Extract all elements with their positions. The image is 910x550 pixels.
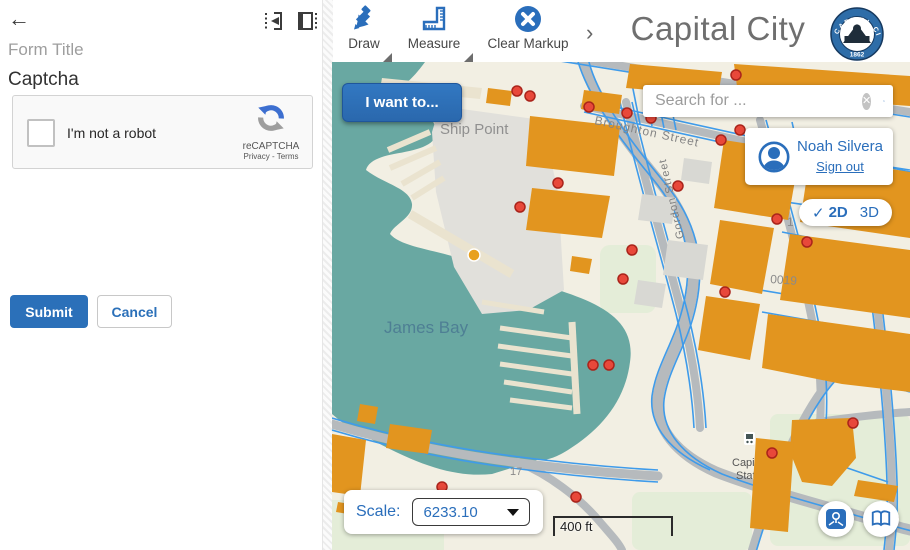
recaptcha-widget: I'm not a robot reCAPTCHA Privacy - Term… xyxy=(12,95,313,169)
map-label-ship-point: Ship Point xyxy=(440,121,509,138)
open-book-icon xyxy=(870,508,892,530)
flyout-indicator-icon xyxy=(464,53,473,62)
bookmarks-button[interactable] xyxy=(863,501,899,537)
scale-label: Scale: xyxy=(356,503,400,521)
basemap-pin-icon xyxy=(825,508,847,530)
view-2d-option[interactable]: 2D xyxy=(829,204,848,221)
pencil-icon xyxy=(340,3,388,35)
map-label-james-bay: James Bay xyxy=(384,318,469,337)
scale-widget: Scale: 6233.10 xyxy=(344,490,543,534)
user-card: Noah Silvera Sign out xyxy=(745,128,893,185)
measure-tool-label: Measure xyxy=(399,36,469,51)
clear-markup-tool-label: Clear Markup xyxy=(481,36,575,51)
capital-city-logo: CAPITAL CITY 1862 xyxy=(830,7,884,61)
buoy-marker xyxy=(468,249,480,261)
recaptcha-checkbox[interactable] xyxy=(27,119,55,147)
chevron-down-icon xyxy=(507,509,519,516)
app-title: Capital City xyxy=(613,10,823,48)
clear-markup-tool-button[interactable]: Clear Markup xyxy=(481,3,575,59)
check-icon: ✓ xyxy=(812,204,825,222)
sign-out-link[interactable]: Sign out xyxy=(816,159,864,174)
recaptcha-logo-icon xyxy=(255,102,287,134)
map-label-1: 1 xyxy=(787,215,794,229)
form-panel: ← Form Title Captcha I'm not a robot reC… xyxy=(0,0,322,550)
scale-dropdown[interactable]: 6233.10 xyxy=(412,498,530,526)
recaptcha-brand: reCAPTCHA Privacy - Terms xyxy=(240,102,302,161)
i-want-to-button[interactable]: I want to... xyxy=(342,83,462,122)
basemap-button[interactable] xyxy=(818,501,854,537)
scale-bar: 400 ft xyxy=(553,516,673,536)
user-avatar-icon xyxy=(753,136,795,178)
clear-circle-x-icon xyxy=(481,3,575,35)
search-clear-icon[interactable]: ✕ xyxy=(862,93,871,110)
map-toolbar: Draw Measure xyxy=(333,0,910,62)
map-label-17: 17 xyxy=(510,466,522,478)
draw-tool-label: Draw xyxy=(340,36,388,51)
expand-panel-right-icon[interactable] xyxy=(296,10,318,32)
scale-bar-text: 400 ft xyxy=(555,519,593,534)
map-label-0019: 0019 xyxy=(770,272,798,288)
recaptcha-brand-text: reCAPTCHA xyxy=(240,141,302,152)
search-icon[interactable] xyxy=(883,91,885,111)
form-title: Form Title xyxy=(8,40,84,60)
user-name: Noah Silvera xyxy=(795,138,885,155)
view-3d-option[interactable]: 3D xyxy=(860,204,879,221)
back-arrow-icon[interactable]: ← xyxy=(8,6,30,32)
search-input[interactable] xyxy=(655,92,862,110)
draw-tool-button[interactable]: Draw xyxy=(340,3,388,59)
ruler-icon xyxy=(399,3,469,35)
captcha-heading: Captcha xyxy=(8,69,79,91)
measure-tool-button[interactable]: Measure xyxy=(399,3,469,59)
logo-year: 1862 xyxy=(850,52,865,59)
scale-value: 6233.10 xyxy=(423,504,507,521)
recaptcha-privacy-terms[interactable]: Privacy - Terms xyxy=(240,152,302,161)
dock-panel-left-icon[interactable] xyxy=(262,10,284,32)
map-canvas[interactable]: Ship Point James Bay Broughton Street Go… xyxy=(332,62,910,550)
search-bar: ✕ xyxy=(643,85,893,117)
submit-button[interactable]: Submit xyxy=(10,295,88,328)
recaptcha-label: I'm not a robot xyxy=(67,125,156,141)
cancel-button[interactable]: Cancel xyxy=(97,295,172,328)
view-mode-toggle[interactable]: ✓ 2D 3D xyxy=(799,199,892,226)
flyout-indicator-icon xyxy=(383,53,392,62)
toolbar-overflow-chevron[interactable]: › xyxy=(586,20,593,46)
